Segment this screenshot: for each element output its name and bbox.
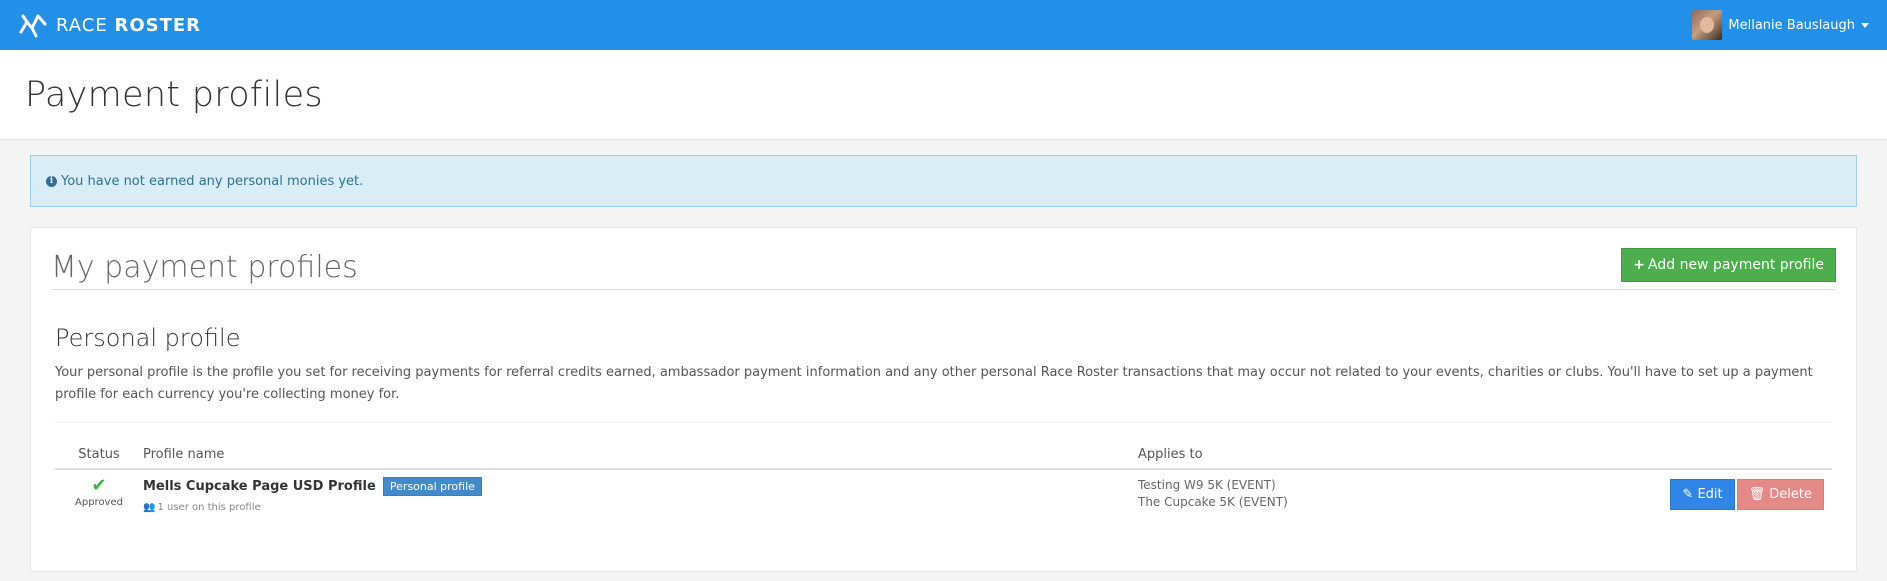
column-header-actions: [1471, 443, 1832, 470]
status-label: Approved: [75, 497, 123, 508]
check-icon: ✔: [91, 475, 107, 496]
add-payment-profile-button[interactable]: + Add new payment profile: [1621, 248, 1836, 282]
caret-down-icon: [1861, 22, 1869, 28]
main-content: i You have not earned any personal monie…: [0, 140, 1887, 572]
delete-button[interactable]: 🗑 Delete: [1736, 479, 1824, 510]
personal-profile-badge: Personal profile: [382, 477, 482, 496]
column-header-status: Status: [55, 443, 143, 470]
plus-icon: +: [1633, 257, 1646, 273]
top-navbar: RACE ROSTER Mellanie Bauslaugh: [0, 0, 1887, 50]
users-icon: 👥: [143, 502, 156, 513]
panel-title: My payment profiles: [51, 250, 358, 285]
status-cell: ✔ Approved: [55, 469, 143, 520]
profile-name: Mells Cupcake Page USD Profile: [143, 479, 376, 494]
column-header-profile-name: Profile name: [143, 443, 1138, 470]
trash-icon: 🗑: [1748, 487, 1766, 502]
logo-text: RACE ROSTER: [56, 14, 202, 36]
user-name: Mellanie Bauslaugh: [1728, 17, 1855, 33]
user-menu[interactable]: Mellanie Bauslaugh: [1692, 10, 1869, 40]
column-header-applies-to: Applies to: [1138, 443, 1472, 470]
avatar: [1692, 10, 1723, 40]
info-alert: i You have not earned any personal monie…: [30, 155, 1857, 207]
race-roster-logo[interactable]: RACE ROSTER: [18, 10, 201, 40]
personal-profile-section: Personal profile Your personal profile i…: [51, 324, 1836, 520]
profile-name-cell: Mells Cupcake Page USD Profile Personal …: [143, 469, 1138, 520]
page-title: Payment profiles: [25, 74, 323, 115]
applies-to-item: The Cupcake 5K (EVENT): [1138, 495, 1288, 509]
info-icon: i: [46, 175, 57, 187]
section-title: Personal profile: [55, 324, 241, 352]
runner-logo-icon: [19, 14, 47, 38]
applies-to-item: Testing W9 5K (EVENT): [1138, 478, 1276, 492]
users-count: 👥 1 user on this profile: [143, 502, 261, 513]
section-description: Your personal profile is the profile you…: [55, 362, 1832, 423]
page-header: Payment profiles: [0, 50, 1887, 140]
panel-header: My payment profiles + Add new payment pro…: [51, 248, 1836, 290]
profiles-table: Status Profile name Applies to ✔ Approve…: [55, 443, 1832, 520]
actions-cell: ✎ Edit 🗑 Delete: [1472, 469, 1832, 520]
applies-to-cell: Testing W9 5K (EVENT) The Cupcake 5K (EV…: [1138, 469, 1472, 520]
payment-profiles-panel: My payment profiles + Add new payment pro…: [30, 227, 1857, 572]
table-header-row: Status Profile name Applies to: [55, 443, 1832, 470]
table-row: ✔ Approved Mells Cupcake Page USD Profil…: [55, 469, 1832, 520]
edit-button[interactable]: ✎ Edit: [1670, 479, 1735, 510]
alert-text: You have not earned any personal monies …: [61, 173, 364, 189]
pencil-icon: ✎: [1682, 487, 1694, 502]
